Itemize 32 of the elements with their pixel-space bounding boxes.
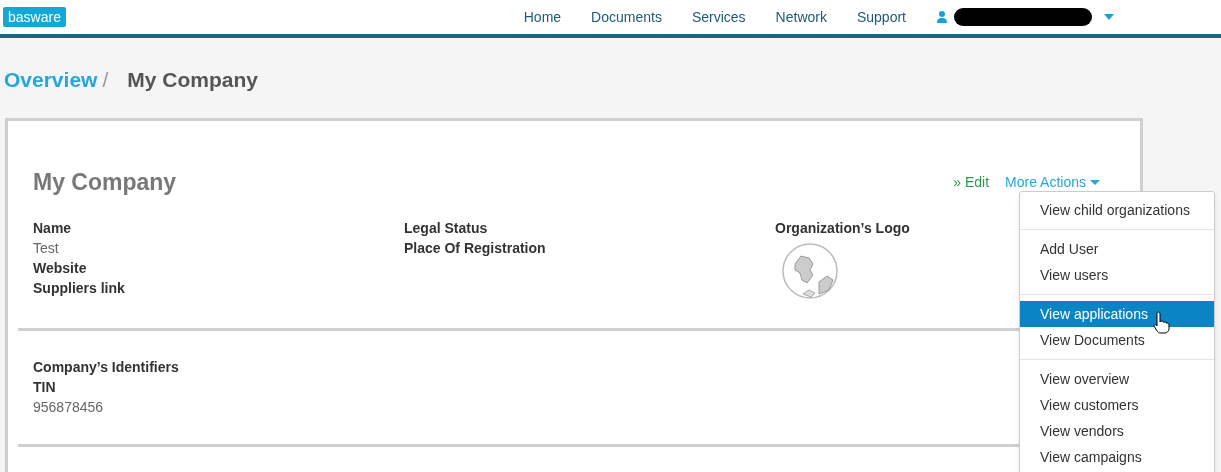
section-title: Company’s Identifiers	[33, 357, 179, 377]
field-label: Website	[33, 258, 87, 278]
company-title: My Company	[33, 168, 177, 197]
breadcrumb-current: My Company	[127, 67, 258, 93]
nav-link[interactable]: Support	[841, 6, 921, 28]
field-label: Name	[33, 218, 72, 238]
menu-item[interactable]: View customers	[1020, 392, 1214, 418]
menu-item[interactable]: View vendors	[1020, 418, 1214, 444]
edit-link[interactable]: » Edit	[953, 171, 990, 193]
menu-item[interactable]: Add User	[1020, 236, 1214, 262]
menu-item[interactable]: View applications	[1020, 301, 1214, 327]
field-value: Test	[33, 238, 59, 258]
menu-item[interactable]: View overview	[1020, 366, 1214, 392]
caret-icon	[1090, 179, 1100, 185]
field-label: Organization’s Logo	[775, 218, 910, 238]
menu-item[interactable]: View Documents	[1020, 327, 1214, 353]
nav-link[interactable]: Services	[676, 6, 761, 28]
field-label: Legal Status	[404, 218, 488, 238]
field-value: 956878456	[33, 397, 104, 417]
breadcrumb-separator: /	[102, 67, 109, 93]
pointer-hand-icon	[1152, 310, 1172, 334]
user-icon[interactable]	[937, 11, 947, 23]
caret-icon[interactable]	[1104, 14, 1114, 20]
menu-item[interactable]: View child organizations	[1020, 197, 1214, 223]
field-label: Place Of Registration	[404, 238, 546, 258]
menu-item[interactable]: View campaigns	[1020, 444, 1214, 470]
field-label: Suppliers link	[33, 278, 125, 298]
nav-link[interactable]: Home	[508, 6, 577, 28]
nav-link[interactable]: Documents	[576, 6, 677, 28]
field-label: TIN	[33, 377, 56, 397]
nav-link[interactable]: Network	[760, 6, 842, 28]
menu-item[interactable]: View users	[1020, 262, 1214, 288]
